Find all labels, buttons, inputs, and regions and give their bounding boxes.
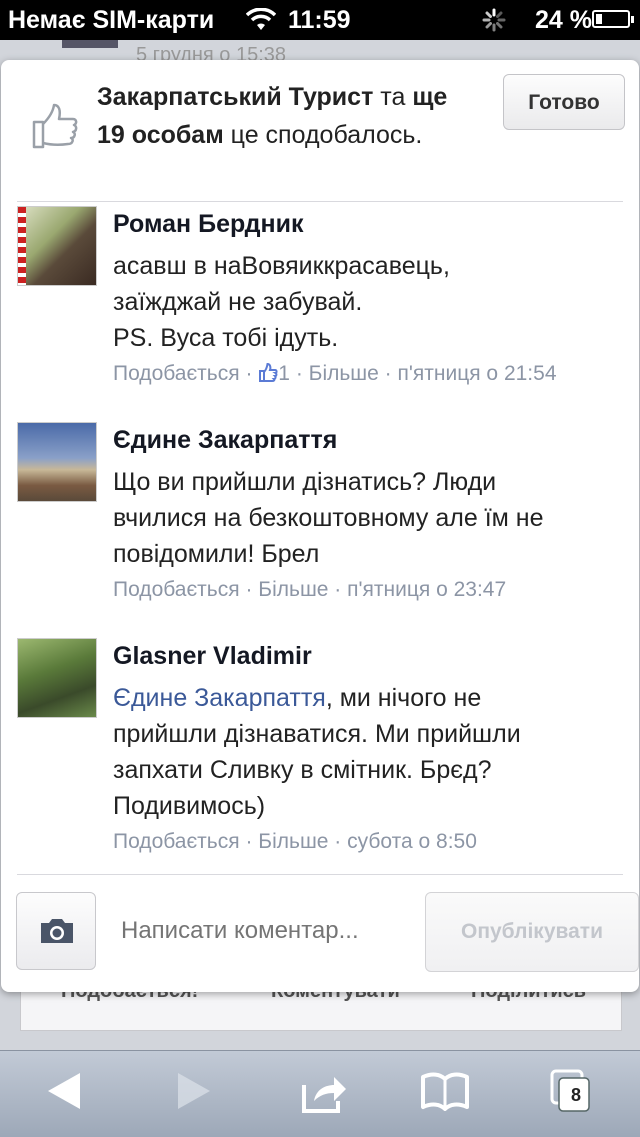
done-button[interactable]: Готово bbox=[503, 74, 625, 130]
bookmarks-icon[interactable] bbox=[420, 1071, 470, 1111]
thumbs-up-icon bbox=[32, 103, 78, 149]
share-icon[interactable] bbox=[300, 1071, 350, 1115]
likes-comments-dialog: Закарпатський Турист та ще 19 особам це … bbox=[1, 60, 639, 992]
clock: 11:59 bbox=[288, 6, 351, 34]
forward-arrow-icon[interactable] bbox=[176, 1071, 212, 1111]
more-link[interactable]: Більше bbox=[309, 362, 379, 385]
more-link[interactable]: Більше bbox=[258, 830, 328, 853]
comment-author[interactable]: Glasner Vladimir bbox=[113, 642, 312, 671]
comment-text: асавш в наВовяиккрасавець, заїжджай не з… bbox=[113, 252, 450, 352]
avatar[interactable] bbox=[17, 422, 97, 502]
comment-text: Що ви прийшли дізнатись? Люди вчилися на… bbox=[113, 468, 544, 568]
avatar[interactable] bbox=[17, 206, 97, 286]
battery-icon bbox=[592, 10, 634, 28]
more-link[interactable]: Більше bbox=[258, 578, 328, 601]
avatar[interactable] bbox=[17, 638, 97, 718]
back-arrow-icon[interactable] bbox=[46, 1071, 82, 1111]
comment-meta: Подобається · Більше · субота о 8:50 bbox=[113, 830, 477, 853]
comment-time: субота о 8:50 bbox=[347, 830, 477, 853]
tab-count-badge: 8 bbox=[570, 1085, 581, 1105]
like-link[interactable]: Подобається bbox=[113, 362, 240, 385]
like-link[interactable]: Подобається bbox=[113, 830, 240, 853]
comment-meta: Подобається · Більше · п'ятниця о 23:47 bbox=[113, 578, 507, 601]
like-count-thumb-icon bbox=[259, 363, 278, 382]
header-divider bbox=[17, 201, 623, 202]
comment-text: Єдине Закарпаття, ми нічого не прийшли д… bbox=[113, 684, 521, 820]
compose-divider bbox=[17, 874, 623, 875]
comment-author[interactable]: Єдине Закарпаття bbox=[113, 426, 337, 455]
comment-time: п'ятниця о 21:54 bbox=[397, 362, 557, 385]
mentioned-page-link[interactable]: Єдине Закарпаття bbox=[113, 684, 326, 712]
status-bar: Немає SIM-карти 11:59 24 % bbox=[0, 0, 640, 40]
liker-name[interactable]: Закарпатський Турист bbox=[97, 83, 373, 111]
battery-percent: 24 % bbox=[535, 6, 592, 34]
camera-icon bbox=[41, 919, 73, 943]
wifi-icon bbox=[246, 8, 276, 30]
comment-input[interactable] bbox=[105, 892, 447, 970]
browser-toolbar bbox=[0, 1050, 640, 1137]
comment-meta: Подобається · 1 · Більше · п'ятниця о 21… bbox=[113, 362, 557, 385]
camera-button[interactable] bbox=[16, 892, 96, 970]
comment-time: п'ятниця о 23:47 bbox=[347, 578, 507, 601]
likes-header: Закарпатський Турист та ще 19 особам це … bbox=[1, 60, 639, 200]
comment-author[interactable]: Роман Бердник bbox=[113, 210, 303, 239]
background-photo bbox=[62, 40, 118, 48]
like-count[interactable]: 1 bbox=[278, 362, 290, 385]
carrier-label: Немає SIM-карти bbox=[8, 6, 215, 34]
publish-button[interactable]: Опублікувати bbox=[425, 892, 639, 972]
like-link[interactable]: Подобається bbox=[113, 578, 240, 601]
activity-spinner-icon bbox=[482, 8, 506, 32]
likes-summary: Закарпатський Турист та ще 19 особам це … bbox=[97, 83, 448, 149]
